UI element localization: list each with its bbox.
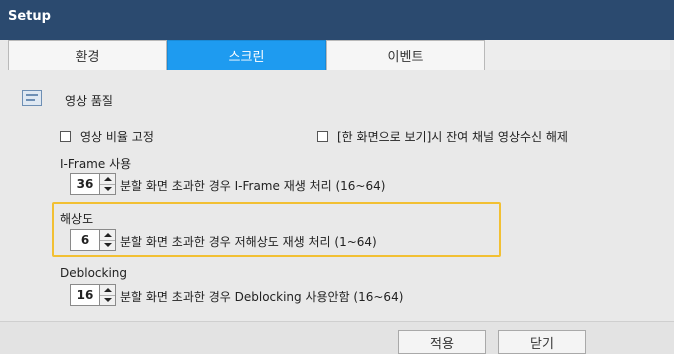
resolution-description: 분할 화면 초과한 경우 저해상도 재생 처리 (1~64) (120, 235, 377, 249)
deblocking-input[interactable] (70, 284, 100, 306)
fix-ratio-label: 영상 비율 고정 (80, 130, 154, 144)
deblocking-decrement-button[interactable] (100, 294, 115, 305)
deblocking-label: Deblocking (60, 266, 128, 280)
settings-panel: 영상 품질 영상 비율 고정 [한 화면으로 보기]시 잔여 채널 영상수신 해… (0, 70, 674, 321)
resolution-input[interactable] (70, 229, 100, 251)
resolution-stepper[interactable] (70, 229, 116, 251)
deblocking-increment-button[interactable] (100, 285, 115, 295)
iframe-increment-button[interactable] (100, 174, 115, 184)
tab-bar: 환경 스크린 이벤트 (8, 40, 670, 71)
window-title: Setup (0, 0, 674, 40)
fix-ratio-checkbox[interactable] (60, 131, 71, 142)
resolution-label: 해상도 (60, 212, 94, 226)
resolution-decrement-button[interactable] (100, 239, 115, 250)
arrow-up-icon (104, 288, 112, 292)
video-quality-icon (22, 90, 42, 106)
iframe-label: I-Frame 사용 (60, 157, 132, 171)
resolution-increment-button[interactable] (100, 230, 115, 240)
tab-screen[interactable]: 스크린 (167, 40, 326, 70)
tab-event[interactable]: 이벤트 (326, 40, 485, 70)
iframe-decrement-button[interactable] (100, 183, 115, 194)
disable-residual-checkbox[interactable] (317, 131, 328, 142)
deblocking-description: 분할 화면 초과한 경우 Deblocking 사용안함 (16~64) (120, 290, 404, 304)
iframe-description: 분할 화면 초과한 경우 I-Frame 재생 처리 (16~64) (120, 179, 386, 193)
arrow-down-icon (104, 186, 112, 191)
arrow-up-icon (104, 233, 112, 237)
iframe-stepper[interactable] (70, 173, 116, 195)
arrow-down-icon (104, 297, 112, 302)
close-button[interactable]: 닫기 (498, 330, 586, 354)
deblocking-stepper[interactable] (70, 284, 116, 306)
tab-environment[interactable]: 환경 (8, 40, 167, 70)
arrow-down-icon (104, 242, 112, 247)
iframe-input[interactable] (70, 173, 100, 195)
section-title: 영상 품질 (65, 94, 113, 108)
footer-bar: 적용 닫기 (0, 321, 674, 354)
apply-button[interactable]: 적용 (398, 330, 486, 354)
arrow-up-icon (104, 177, 112, 181)
disable-residual-label: [한 화면으로 보기]시 잔여 채널 영상수신 해제 (337, 130, 568, 144)
